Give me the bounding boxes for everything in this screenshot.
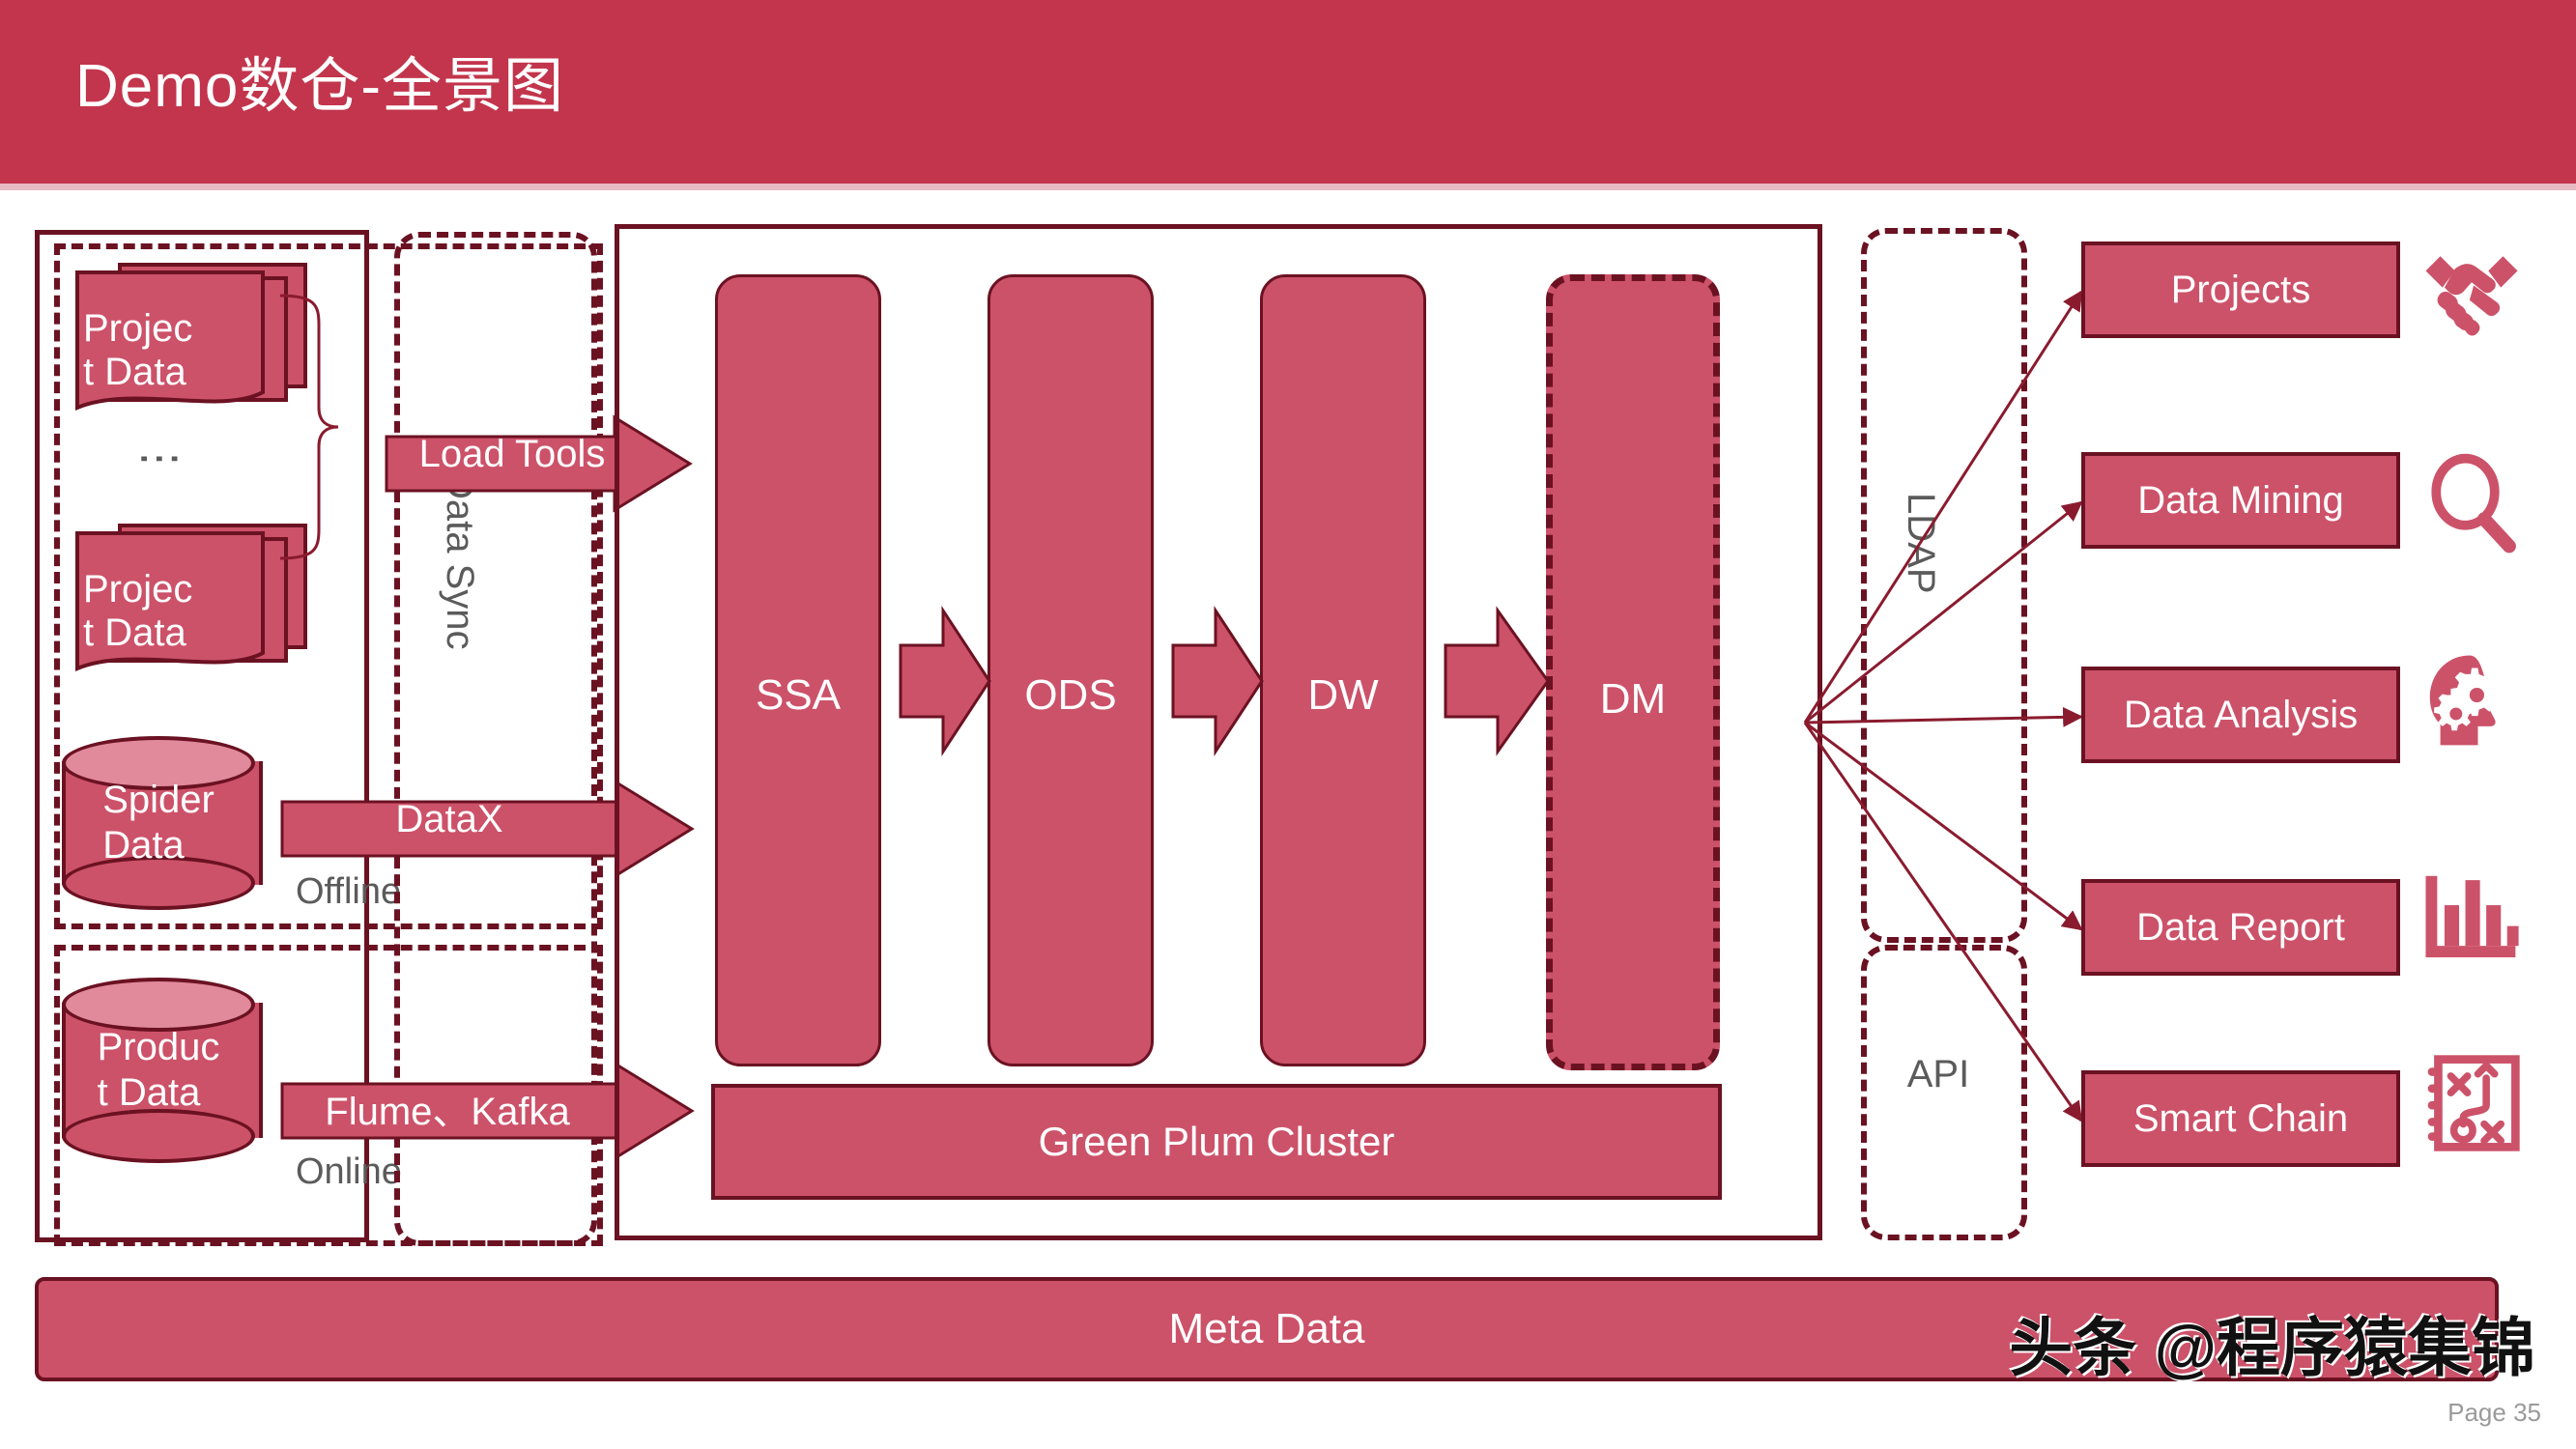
product-data-cylinder: Produc t Data [62,978,263,1163]
page-header: Demo数仓-全景图 [0,0,2576,184]
spider-data-cylinder: Spider Data [62,736,263,910]
flume-kafka-label: Flume、Kafka [325,1091,570,1133]
project-data-stack-1: Projec t Data [75,263,307,415]
page-title: Demo数仓-全景图 [75,53,565,120]
project-data-stack-2-label: Projec t Data [83,568,193,654]
project-brace [279,294,339,560]
project-data-stack-2: Projec t Data [75,524,307,676]
output-projects[interactable]: Projects [2081,242,2400,338]
load-tools-label: Load Tools [418,433,606,475]
output-projects-label: Projects [2170,268,2311,311]
magnifier-icon [2431,453,2516,554]
output-data-mining[interactable]: Data Mining [2081,452,2400,549]
output-data-report-label: Data Report [2136,905,2345,949]
green-plum-cluster-bar: Green Plum Cluster [711,1084,1722,1200]
pillar-dm-label: DM [1599,675,1667,723]
arrow-dw-to-dm [1444,606,1550,756]
output-data-analysis[interactable]: Data Analysis [2081,667,2400,763]
pillar-ssa: SSA [715,274,881,1066]
green-plum-cluster-label: Green Plum Cluster [1038,1119,1395,1164]
pillar-dw-label: DW [1307,671,1379,719]
strategy-icon [2427,1055,2520,1151]
meta-data-label: Meta Data [1168,1305,1365,1352]
output-smart-chain[interactable]: Smart Chain [2081,1070,2400,1167]
spider-data-label: Spider Data [102,778,215,867]
api-label: API [1906,1053,1970,1095]
page-number: Page 35 [2447,1398,2541,1427]
header-underline [0,184,2576,190]
output-data-analysis-label: Data Analysis [2123,693,2359,736]
handshake-icon [2425,256,2518,336]
sources-ellipsis: ⋮ [135,437,186,481]
pillar-ods-label: ODS [1024,671,1117,719]
watermark: 头条 @程序猿集锦 [2009,1312,2535,1383]
pillar-dm: DM [1546,274,1720,1070]
project-data-stack-1-label: Projec t Data [83,307,193,393]
ldap-group [1861,228,2027,943]
output-data-report[interactable]: Data Report [2081,879,2400,976]
datax-label: DataX [395,798,503,840]
pillar-dw: DW [1260,274,1426,1066]
ldap-label: LDAP [1900,493,1942,594]
pillar-ods: ODS [987,274,1154,1066]
output-data-mining-label: Data Mining [2137,478,2344,522]
arrow-ssa-to-ods [899,605,991,757]
offline-label: Offline [296,871,402,912]
output-smart-chain-label: Smart Chain [2132,1096,2349,1140]
bar-chart-icon [2425,875,2519,958]
arrow-ods-to-dw [1171,605,1264,757]
head-gears-icon [2429,655,2498,746]
pillar-ssa-label: SSA [755,671,842,719]
product-data-label: Produc t Data [97,1025,220,1114]
